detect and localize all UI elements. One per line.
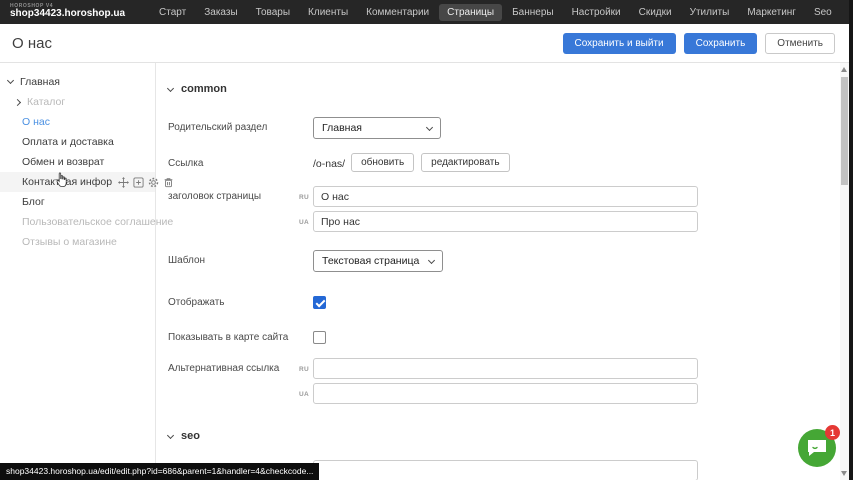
scroll-down-arrow[interactable] (841, 471, 847, 476)
chevron-right-icon[interactable] (14, 98, 21, 105)
chevron-down-icon (167, 84, 174, 91)
chevron-down-icon (428, 256, 435, 263)
move-icon[interactable] (118, 177, 129, 188)
nav-item[interactable]: Страницы (439, 4, 502, 21)
header-buttons: Сохранить и выйти Сохранить Отменить (563, 33, 836, 54)
field-label: Шаблон (168, 250, 294, 266)
sidebar-item[interactable]: Обмен и возврат (0, 152, 155, 172)
nav-item[interactable]: Скидки (631, 4, 680, 21)
field-label: Ссылка (168, 153, 294, 169)
nav-item[interactable]: Утилиты (682, 4, 738, 21)
field-display: Отображать (168, 292, 853, 309)
alt-link-ua-input[interactable] (313, 383, 698, 404)
update-link-button[interactable]: обновить (351, 153, 414, 172)
nav-item[interactable]: Seo (806, 4, 840, 21)
sidebar-item[interactable]: Оплата и доставка (0, 132, 155, 152)
chevron-down-icon[interactable] (7, 77, 14, 84)
chat-widget-button[interactable]: 1 (798, 429, 836, 467)
template-value: Текстовая страница (322, 255, 419, 267)
lang-ua-badge: UA (294, 383, 309, 398)
lang-ru-badge: RU (294, 186, 309, 201)
scrollbar-thumb[interactable] (841, 77, 848, 185)
page-tree-sidebar: Главная Каталог О нас Оплата и доставка Обме… (0, 63, 156, 480)
field-alt-link-ru: Альтернативная ссылка RU (168, 358, 853, 379)
link-path: /o-nas/ (313, 153, 345, 170)
save-button[interactable]: Сохранить (684, 33, 758, 54)
topbar: HOROSHOP V4 shop34423.horoshop.ua СтартЗ… (0, 0, 853, 24)
cancel-button[interactable]: Отменить (765, 33, 835, 54)
screen-right-edge (849, 0, 853, 480)
section-seo[interactable]: seo (168, 430, 853, 442)
field-label: Альтернативная ссылка (168, 358, 294, 374)
scroll-up-arrow[interactable] (841, 67, 847, 72)
nav-item[interactable]: Комментарии (358, 4, 437, 21)
sidebar-item-label: Блог (22, 196, 45, 208)
sitemap-checkbox[interactable] (313, 331, 326, 344)
page-title-ru-input[interactable] (313, 186, 698, 207)
chat-unread-badge: 1 (825, 425, 840, 440)
nav-item[interactable]: Заказы (196, 4, 245, 21)
nav-item[interactable]: Клиенты (300, 4, 356, 21)
save-and-exit-button[interactable]: Сохранить и выйти (563, 33, 676, 54)
field-label: Показывать в карте сайта (168, 327, 294, 343)
field-label: Отображать (168, 292, 294, 308)
edit-form: common Родительский раздел Главная Ссылк… (156, 63, 853, 480)
logo[interactable]: HOROSHOP V4 shop34423.horoshop.ua (10, 4, 125, 20)
parent-section-value: Главная (322, 122, 362, 134)
field-parent-section: Родительский раздел Главная (168, 117, 853, 139)
status-url-bar: shop34423.horoshop.ua/edit/edit.php?id=6… (0, 463, 319, 480)
sidebar-item-label: Главная (20, 76, 60, 88)
sidebar-item-label: О нас (22, 116, 50, 128)
sidebar-item[interactable]: Главная (0, 72, 155, 92)
nav-item[interactable]: Товары (248, 4, 298, 21)
sidebar-item[interactable]: Отзывы о магазине (0, 232, 155, 252)
nav-item[interactable]: Маркетинг (739, 4, 804, 21)
sidebar-item[interactable]: Блог (0, 192, 155, 212)
logo-domain: shop34423.horoshop.ua (10, 9, 125, 20)
alt-link-ru-input[interactable] (313, 358, 698, 379)
sidebar-item-label: Каталог (27, 96, 65, 108)
topbar-nav: СтартЗаказыТоварыКлиентыКомментарииСтран… (151, 4, 853, 21)
field-page-title-ua: UA (168, 211, 853, 232)
field-link: Ссылка /o-nas/ обновить редактировать (168, 153, 853, 172)
section-common-label: common (181, 83, 227, 95)
sidebar-item[interactable]: Каталог (0, 92, 155, 112)
edit-link-button[interactable]: редактировать (421, 153, 509, 172)
sidebar-item-label: Отзывы о магазине (22, 236, 117, 248)
field-page-title-ru: заголовок страницы RU (168, 186, 853, 207)
chevron-down-icon (167, 431, 174, 438)
section-common[interactable]: common (168, 83, 853, 95)
sidebar-item[interactable]: Контактная инфор (0, 172, 155, 192)
display-checkbox[interactable] (313, 296, 326, 309)
add-icon[interactable] (133, 177, 144, 188)
lang-ru-badge: RU (294, 358, 309, 373)
chat-bubble-icon (806, 438, 828, 458)
page-title: О нас (12, 35, 52, 52)
chevron-down-icon (426, 123, 433, 130)
template-select[interactable]: Текстовая страница (313, 250, 443, 272)
content: Главная Каталог О нас Оплата и доставка Обме… (0, 63, 853, 480)
field-alt-link-ua: UA (168, 383, 853, 404)
sidebar-item-label: Обмен и возврат (22, 156, 104, 168)
sidebar-item[interactable]: Пользовательское соглашение (0, 212, 155, 232)
html-title-ru-input[interactable] (313, 460, 698, 480)
page-title-ua-input[interactable] (313, 211, 698, 232)
sidebar-item-label: Пользовательское соглашение (22, 216, 173, 228)
section-seo-label: seo (181, 430, 200, 442)
nav-item[interactable]: Старт (151, 4, 194, 21)
vertical-scrollbar[interactable] (840, 63, 849, 480)
nav-item[interactable]: Баннеры (504, 4, 561, 21)
nav-item[interactable]: Настройки (564, 4, 629, 21)
sidebar-item-label: Оплата и доставка (22, 136, 114, 148)
field-label: Родительский раздел (168, 117, 294, 133)
page-header: О нас Сохранить и выйти Сохранить Отмени… (0, 24, 853, 63)
field-sitemap: Показывать в карте сайта (168, 327, 853, 344)
sidebar-item[interactable]: О нас (0, 112, 155, 132)
parent-section-select[interactable]: Главная (313, 117, 441, 139)
lang-ua-badge: UA (294, 211, 309, 226)
sidebar-item-label: Контактная инфор (22, 176, 112, 188)
field-template: Шаблон Текстовая страница (168, 250, 853, 272)
field-label: заголовок страницы (168, 186, 294, 202)
